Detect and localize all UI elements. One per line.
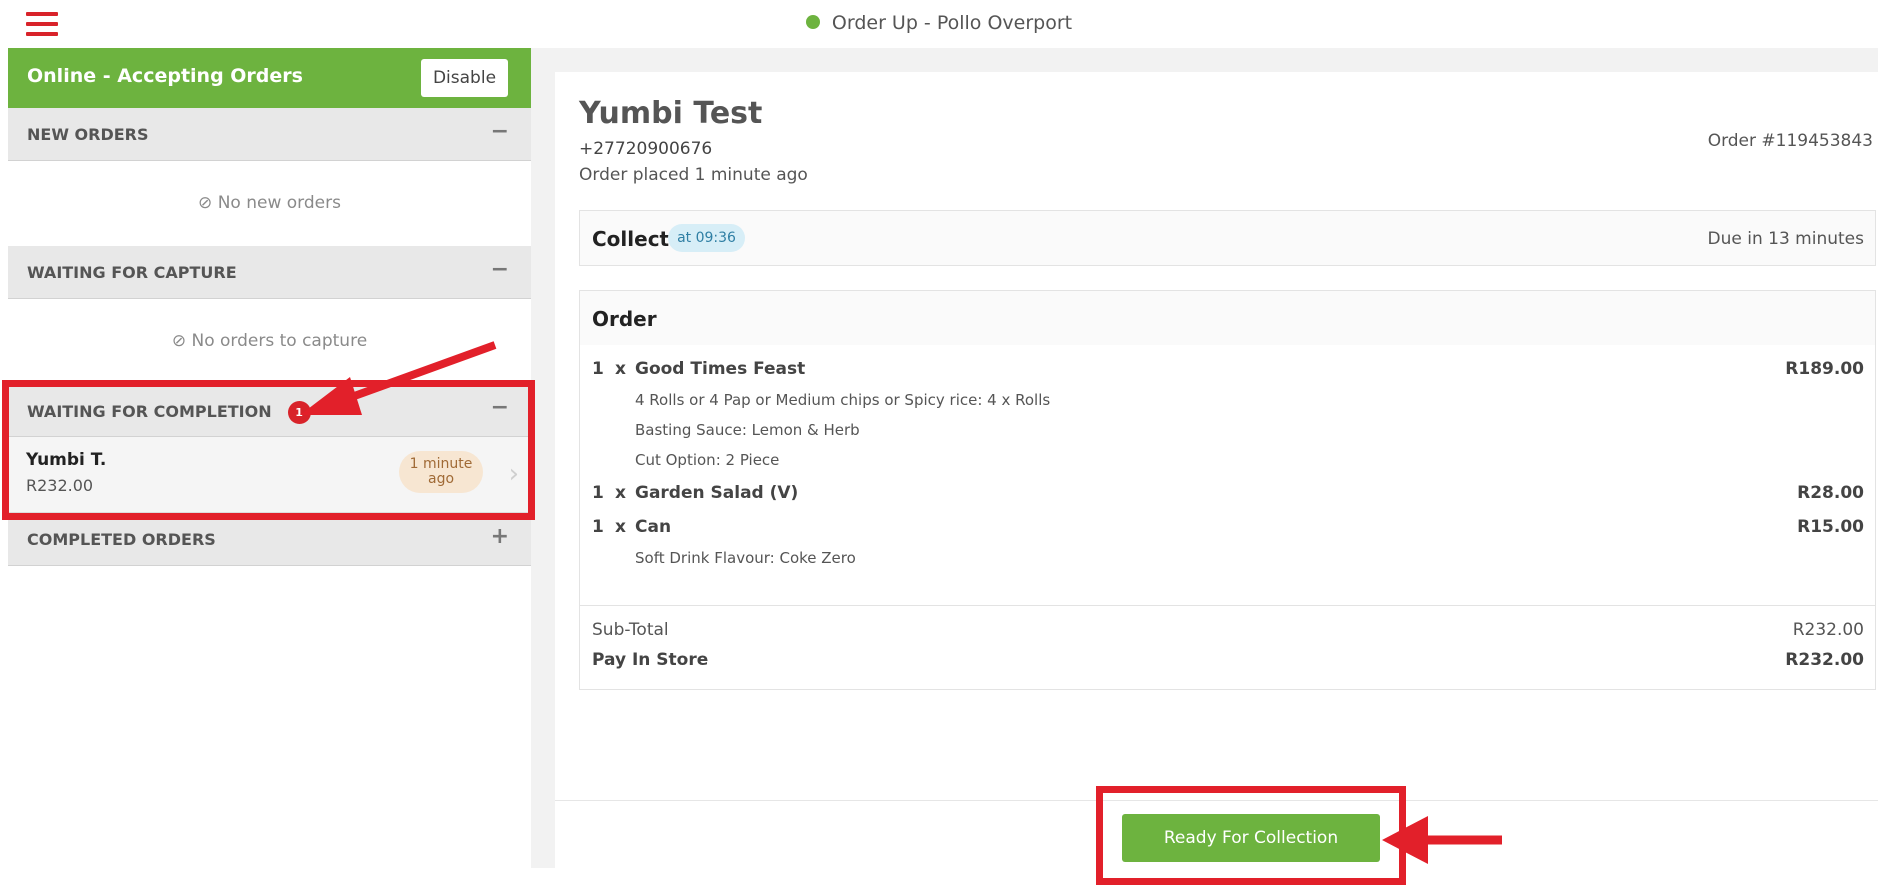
item-price: R15.00: [1797, 517, 1864, 537]
section-new-orders-header[interactable]: NEW ORDERS −: [8, 108, 531, 161]
item-qty: 1: [592, 483, 604, 503]
item-times: x: [615, 483, 626, 503]
item-qty: 1: [592, 517, 604, 537]
order-number: Order #119453843: [1707, 131, 1873, 151]
item-name: Garden Salad (V): [635, 483, 799, 503]
app-title: Order Up - Pollo Overport: [0, 12, 1878, 34]
order-item: 1 x Can R15.00: [580, 513, 1875, 547]
order-placed-time: Order placed 1 minute ago: [579, 165, 808, 185]
online-status-label: Online - Accepting Orders: [27, 65, 303, 87]
expand-icon[interactable]: +: [491, 524, 509, 549]
order-item: 1 x Good Times Feast R189.00: [580, 355, 1875, 389]
collapse-icon[interactable]: −: [491, 257, 509, 282]
ban-icon: ⊘: [198, 193, 213, 213]
collect-label: Collect: [592, 227, 670, 251]
item-price: R28.00: [1797, 483, 1864, 503]
order-detail-panel: Yumbi Test +27720900676 Order placed 1 m…: [555, 72, 1878, 868]
section-title: NEW ORDERS: [27, 125, 149, 144]
item-qty: 1: [592, 359, 604, 379]
customer-phone: +27720900676: [579, 139, 713, 159]
payment-value: R232.00: [1785, 650, 1864, 670]
section-title: COMPLETED ORDERS: [27, 530, 216, 549]
item-price: R189.00: [1785, 359, 1864, 379]
highlight-box-ready-button: [1096, 786, 1406, 885]
order-section-header: Order: [580, 291, 1875, 345]
disable-button[interactable]: Disable: [421, 59, 508, 97]
payment-label: Pay In Store: [592, 650, 709, 670]
online-status-bar: Online - Accepting Orders Disable: [8, 48, 531, 108]
section-title: WAITING FOR CAPTURE: [27, 263, 237, 282]
item-name: Good Times Feast: [635, 359, 806, 379]
collapse-icon[interactable]: −: [491, 119, 509, 144]
annotation-arrow-icon: [1382, 816, 1502, 864]
item-name: Can: [635, 517, 672, 537]
collection-info: Collect at 09:36 Due in 13 minutes: [579, 210, 1876, 266]
top-bar: Order Up - Pollo Overport: [0, 0, 1878, 48]
annotation-arrow-icon: [300, 341, 497, 415]
subtotal-label: Sub-Total: [592, 620, 669, 640]
ban-icon: ⊘: [171, 331, 187, 351]
status-dot-icon: [805, 15, 820, 29]
collect-time-badge: at 09:36: [668, 224, 745, 252]
item-modifier: 4 Rolls or 4 Pap or Medium chips or Spic…: [635, 391, 1051, 409]
item-modifier: Soft Drink Flavour: Coke Zero: [635, 549, 856, 567]
order-items-list: 1 x Good Times Feast R189.00 4 Rolls or …: [580, 345, 1875, 577]
customer-name: Yumbi Test: [579, 96, 763, 131]
item-modifier: Basting Sauce: Lemon & Herb: [635, 421, 860, 439]
item-times: x: [615, 359, 626, 379]
item-times: x: [615, 517, 626, 537]
order-items-panel: Order 1 x Good Times Feast R189.00 4 Rol…: [579, 290, 1876, 690]
empty-state: ⊘ No new orders: [198, 193, 341, 213]
section-waiting-capture-header[interactable]: WAITING FOR CAPTURE −: [8, 246, 531, 299]
section-completed-header[interactable]: COMPLETED ORDERS +: [8, 513, 531, 566]
item-modifier: Cut Option: 2 Piece: [635, 451, 780, 469]
due-time: Due in 13 minutes: [1707, 229, 1864, 249]
order-totals: Sub-Total R232.00 Pay In Store R232.00: [580, 605, 1875, 690]
subtotal-value: R232.00: [1792, 620, 1864, 640]
order-item: 1 x Garden Salad (V) R28.00: [580, 479, 1875, 513]
